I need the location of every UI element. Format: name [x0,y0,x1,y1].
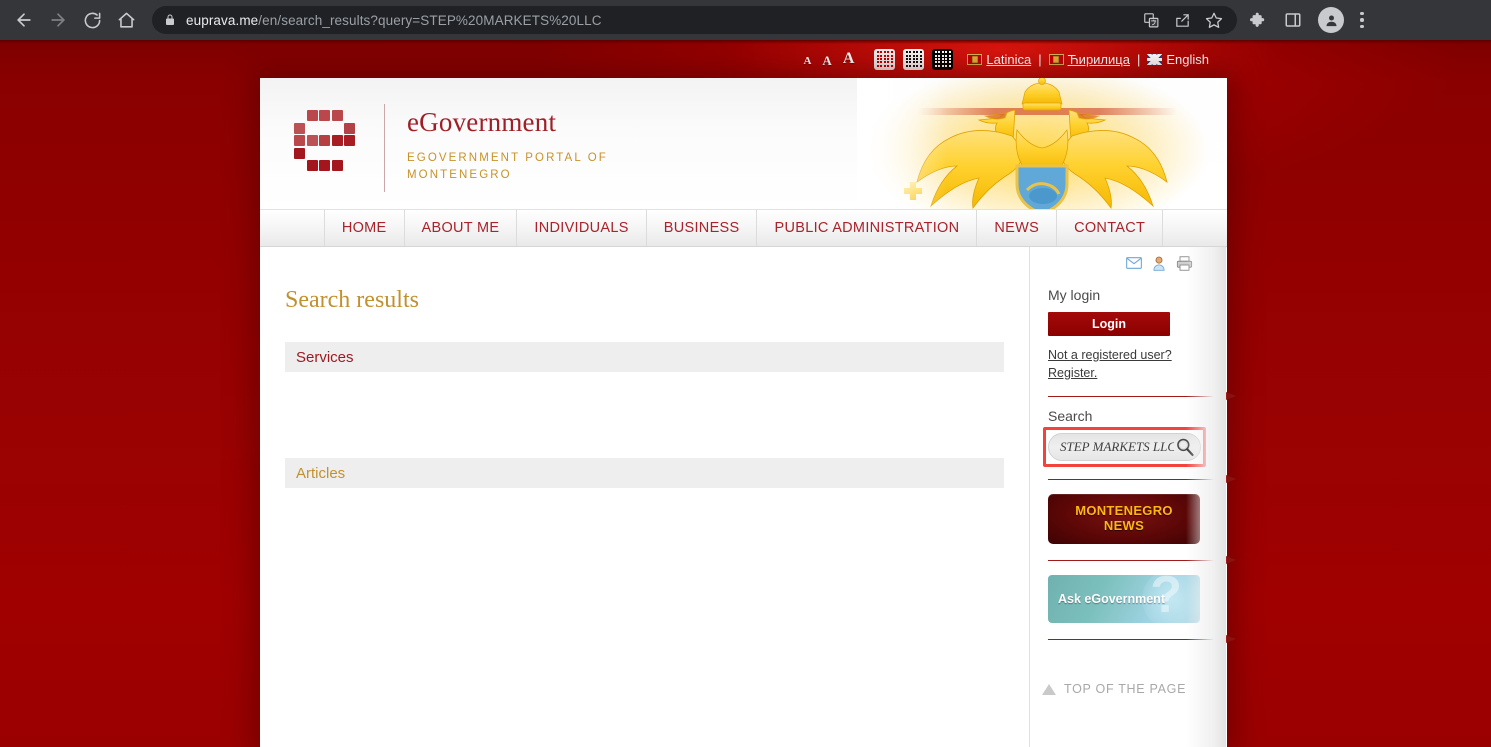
site-logo[interactable]: eGovernment eGOVERNMENT PORTAL OF MONTEN… [294,104,647,192]
top-of-page-link[interactable]: TOP OF THE PAGE [1030,640,1226,696]
browser-actions [1249,7,1376,33]
address-bar[interactable]: euprava.me/en/search_results?query=STEP%… [152,6,1237,34]
montenegro-coat-of-arms-eagle-icon [857,78,1227,209]
kebab-menu-icon[interactable] [1360,11,1364,29]
news-banner-block: MONTENEGRO NEWS [1030,494,1226,544]
search-heading: Search [1048,408,1093,424]
results-section-services: Services [285,342,1004,430]
language-latinica[interactable]: Latinica [967,52,1031,67]
results-heading-services: Services [285,342,1004,372]
back-arrow-icon[interactable] [8,4,40,36]
url-path: /en/search_results?query=STEP%20MARKETS%… [258,12,602,28]
puzzle-icon[interactable] [1249,11,1268,30]
register-prompt: Not a registered user? Register. [1048,336,1226,396]
language-separator-1: | [1038,51,1042,67]
font-size-large-button[interactable]: A [843,51,855,67]
register-link-line1[interactable]: Not a registered user? [1048,348,1172,362]
share-icon[interactable] [1174,12,1191,29]
page-tools [1030,247,1226,276]
login-button[interactable]: Login [1048,312,1170,336]
news-banner-line1: MONTENEGRO [1075,503,1173,519]
utility-bar: A A A Latinica | Ћирилица | English [0,40,1491,78]
right-sidebar: My login Login Not a registered user? Re… [1030,247,1236,747]
reload-icon[interactable] [76,4,108,36]
language-cyrillic-link[interactable]: Ћирилица [1068,52,1130,67]
language-english-label: English [1166,51,1209,67]
results-list-articles [285,488,1004,546]
lock-icon [164,13,176,27]
language-separator-2: | [1136,51,1141,67]
search-block: Search [1030,397,1226,479]
language-switcher: Latinica | Ћирилица | English [967,52,1209,67]
side-panel-icon[interactable] [1284,11,1302,29]
ask-banner-label: Ask eGovernment [1058,592,1165,606]
login-block: My login Login Not a registered user? Re… [1030,276,1226,396]
results-heading-articles: Articles [285,458,1004,488]
ask-banner-block: ? Ask eGovernment [1030,575,1226,623]
url-text: euprava.me/en/search_results?query=STEP%… [186,13,602,28]
logo-divider [384,104,385,192]
user-icon[interactable] [1152,256,1166,276]
search-widget [1043,427,1206,479]
nav-item-home[interactable]: HOME [323,210,405,246]
nav-item-contact[interactable]: CONTACT [1057,210,1164,246]
news-banner-line2: NEWS [1103,518,1145,533]
main-navigation: HOME ABOUT ME INDIVIDUALS BUSINESS PUBLI… [260,209,1227,247]
triangle-up-icon [1042,683,1056,695]
register-link-line2[interactable]: Register. [1048,366,1097,380]
results-section-articles: Articles [285,458,1004,546]
mail-icon[interactable] [1126,256,1142,276]
results-list-services [285,372,1004,430]
nav-item-business[interactable]: BUSINESS [647,210,758,246]
star-icon[interactable] [1205,11,1223,29]
site-container: eGovernment eGOVERNMENT PORTAL OF MONTEN… [260,78,1236,747]
ask-egovernment-banner[interactable]: ? Ask eGovernment [1048,575,1200,623]
nav-item-news[interactable]: NEWS [977,210,1058,246]
site-subtitle: eGOVERNMENT PORTAL OF MONTENEGRO [407,151,608,181]
nav-item-individuals[interactable]: INDIVIDUALS [517,210,647,246]
uk-flag-icon [1147,53,1163,65]
url-host: euprava.me [186,12,259,28]
search-field[interactable] [1048,433,1201,461]
page-title: Search results [285,287,419,313]
print-icon[interactable] [1176,256,1193,276]
montenegro-flag-icon [967,53,983,65]
sidebar-divider-3 [1048,556,1236,564]
contrast-black-on-white-icon[interactable] [903,48,925,70]
site-title: eGovernment [407,107,557,137]
main-content: Search results Services Articles [260,247,1030,747]
contrast-controls [874,48,954,70]
contrast-red-on-white-icon[interactable] [874,48,896,70]
site-body: Search results Services Articles My logi… [260,247,1236,747]
montenegro-flag-icon [1048,53,1064,65]
language-latinica-link[interactable]: Latinica [986,52,1031,67]
nav-item-about-me[interactable]: ABOUT ME [405,210,518,246]
profile-avatar-icon[interactable] [1318,7,1344,33]
browser-nav-buttons [0,4,142,36]
language-english[interactable]: English [1147,52,1209,67]
translate-icon[interactable] [1143,12,1160,29]
sidebar-divider-2 [1048,475,1236,483]
search-input[interactable] [1060,439,1174,455]
home-icon[interactable] [110,4,142,36]
contrast-white-on-black-icon[interactable] [932,48,954,70]
forward-arrow-icon[interactable] [42,4,74,36]
font-size-controls: A A A [803,51,855,68]
language-cyrillic[interactable]: Ћирилица [1048,52,1130,67]
montenegro-news-banner[interactable]: MONTENEGRO NEWS [1048,494,1200,544]
nav-item-public-administration[interactable]: PUBLIC ADMINISTRATION [757,210,978,246]
sidebar-divider-4 [1048,635,1236,643]
browser-toolbar: euprava.me/en/search_results?query=STEP%… [0,0,1491,40]
top-of-page-label: TOP OF THE PAGE [1064,682,1187,696]
egovernment-squares-logo-icon [294,110,356,171]
magnifier-icon[interactable] [1174,436,1196,458]
font-size-medium-button[interactable]: A [822,54,831,67]
login-heading: My login [1048,287,1101,303]
font-size-small-button[interactable]: A [803,56,811,67]
site-header: eGovernment eGOVERNMENT PORTAL OF MONTEN… [260,78,1227,209]
